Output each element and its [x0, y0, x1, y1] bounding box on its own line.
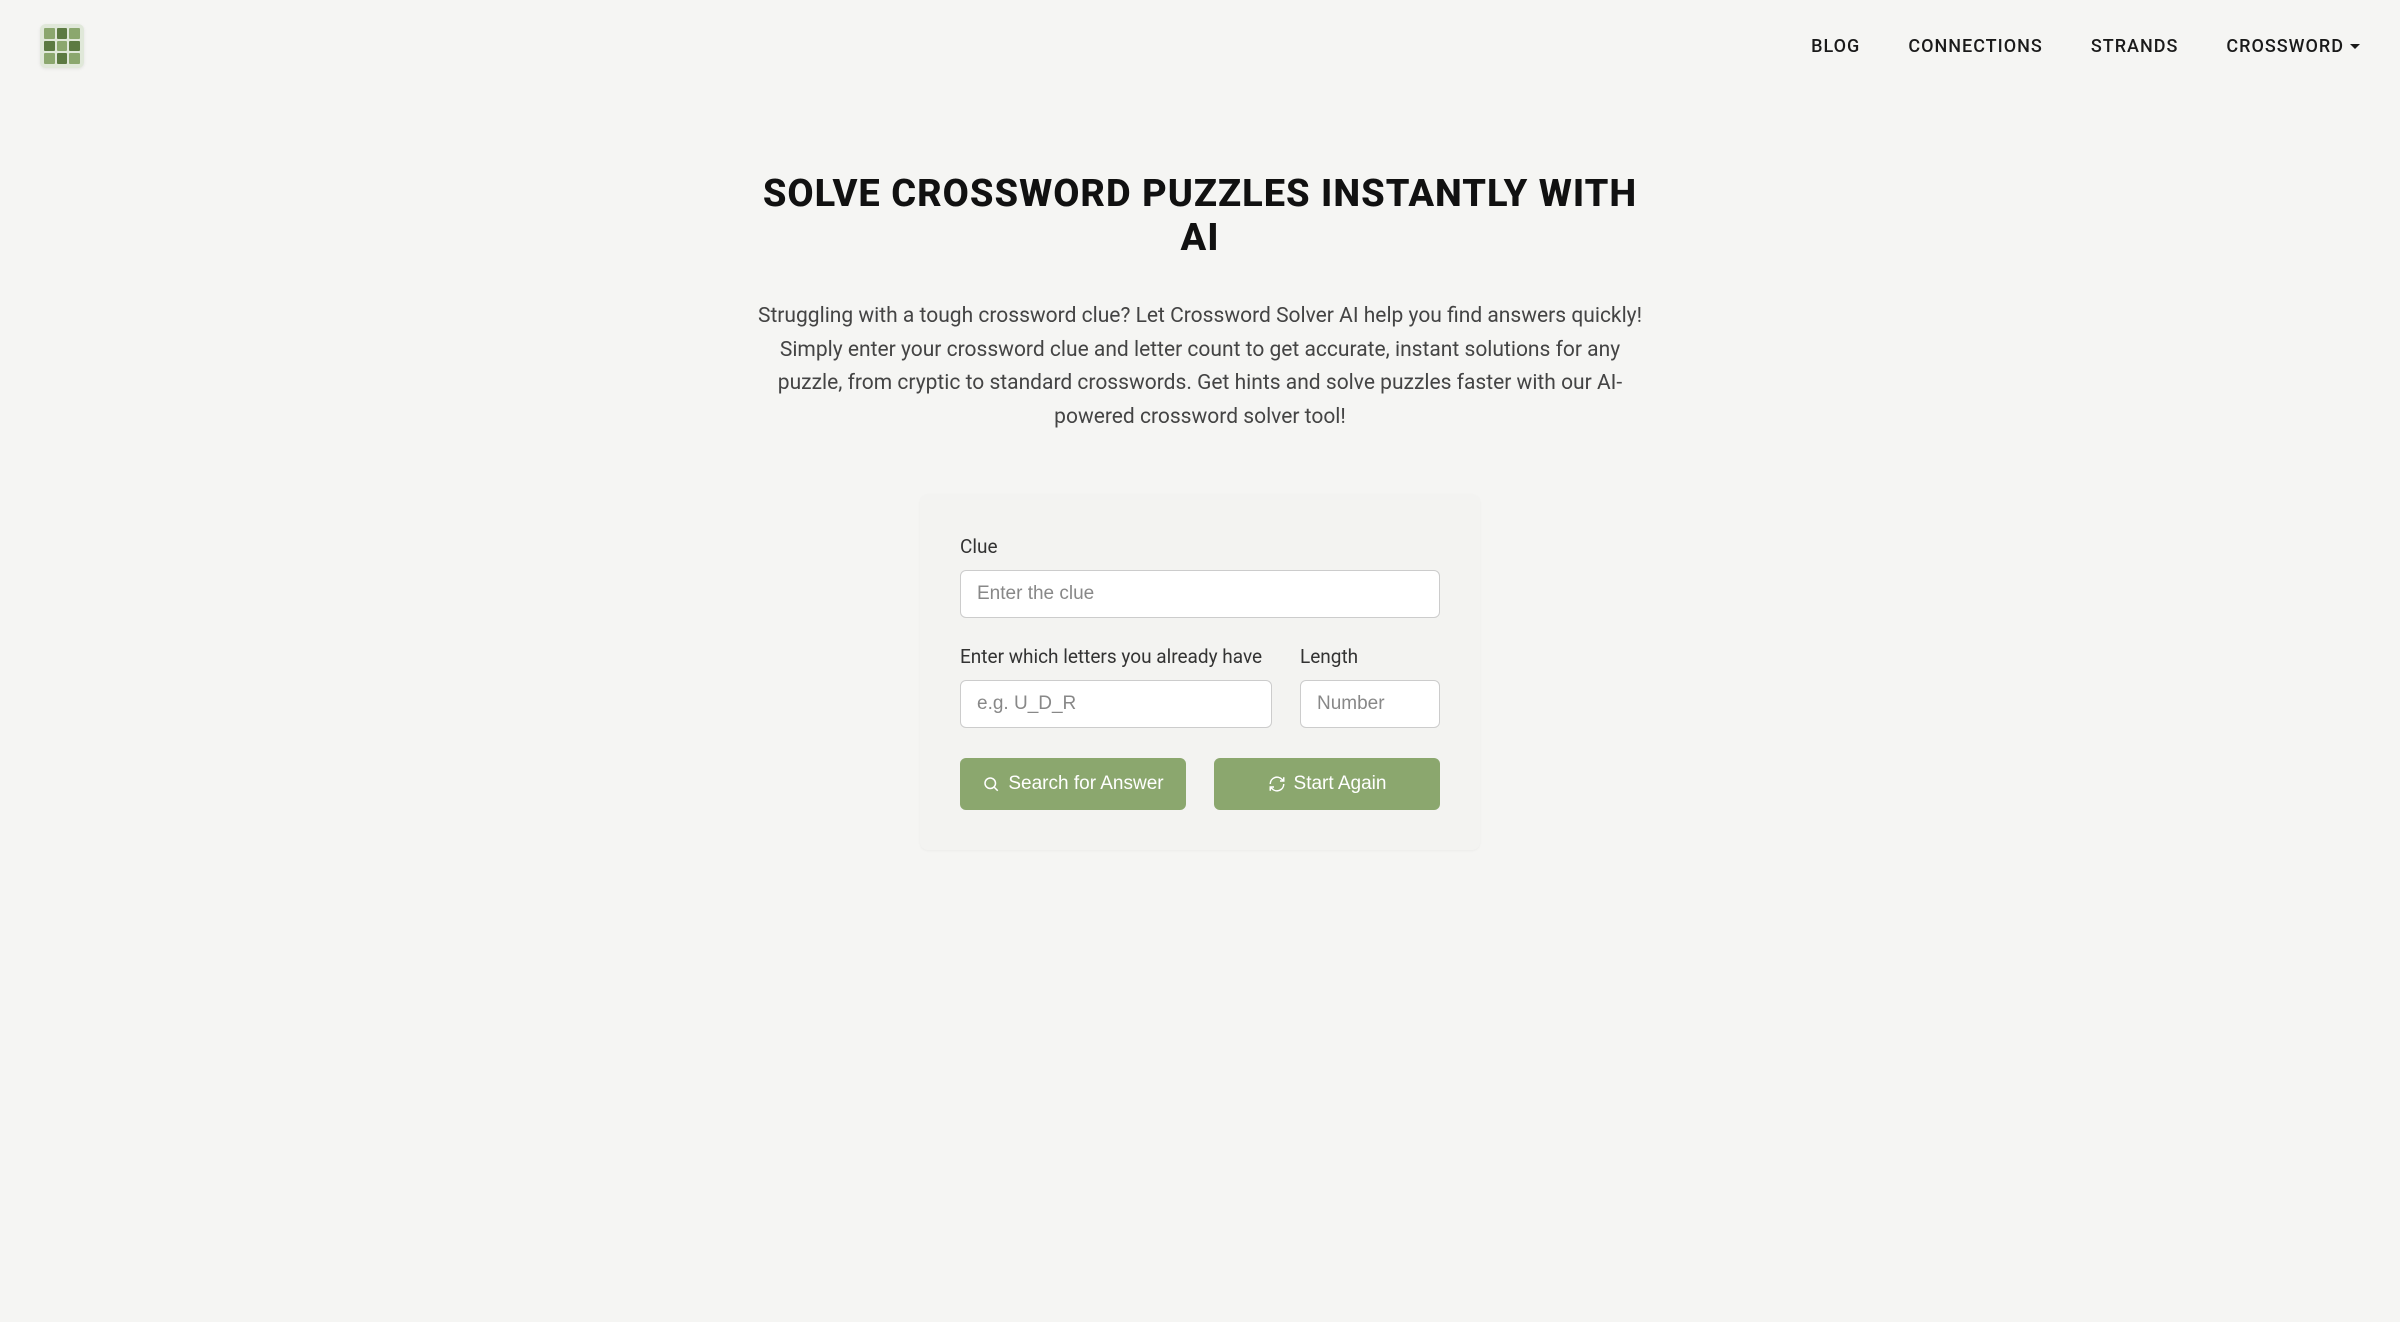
nav-link-label: CROSSWORD [2226, 36, 2344, 57]
solver-card: Clue Enter which letters you already hav… [920, 494, 1480, 850]
letters-length-row: Enter which letters you already have Len… [960, 644, 1440, 728]
letters-input[interactable] [960, 680, 1272, 728]
letters-label: Enter which letters you already have [960, 644, 1272, 670]
nav-link-label: BLOG [1811, 36, 1860, 57]
nav-link-label: CONNECTIONS [1908, 36, 2043, 57]
length-input[interactable] [1300, 680, 1440, 728]
search-icon [982, 775, 1000, 793]
length-group: Length [1300, 644, 1440, 728]
nav-links: BLOG CONNECTIONS STRANDS CROSSWORD [1811, 36, 2360, 57]
reset-button-label: Start Again [1294, 772, 1387, 797]
nav-link-crossword[interactable]: CROSSWORD [2226, 36, 2360, 57]
chevron-down-icon [2350, 44, 2360, 49]
main-content: SOLVE CROSSWORD PUZZLES INSTANTLY WITH A… [710, 92, 1690, 890]
reset-button[interactable]: Start Again [1214, 758, 1440, 811]
page-description: Struggling with a tough crossword clue? … [750, 300, 1650, 434]
logo[interactable] [40, 24, 84, 68]
navbar: BLOG CONNECTIONS STRANDS CROSSWORD [0, 0, 2400, 92]
clue-group: Clue [960, 534, 1440, 618]
length-label: Length [1300, 644, 1440, 670]
refresh-icon [1268, 775, 1286, 793]
search-button[interactable]: Search for Answer [960, 758, 1186, 811]
search-button-label: Search for Answer [1008, 772, 1163, 797]
clue-label: Clue [960, 534, 1440, 560]
clue-input[interactable] [960, 570, 1440, 618]
nav-link-strands[interactable]: STRANDS [2091, 36, 2179, 57]
page-headline: SOLVE CROSSWORD PUZZLES INSTANTLY WITH A… [750, 172, 1650, 260]
letters-group: Enter which letters you already have [960, 644, 1272, 728]
nav-link-label: STRANDS [2091, 36, 2179, 57]
nav-link-blog[interactable]: BLOG [1811, 36, 1860, 57]
nav-link-connections[interactable]: CONNECTIONS [1908, 36, 2043, 57]
button-row: Search for Answer Start Again [960, 758, 1440, 811]
